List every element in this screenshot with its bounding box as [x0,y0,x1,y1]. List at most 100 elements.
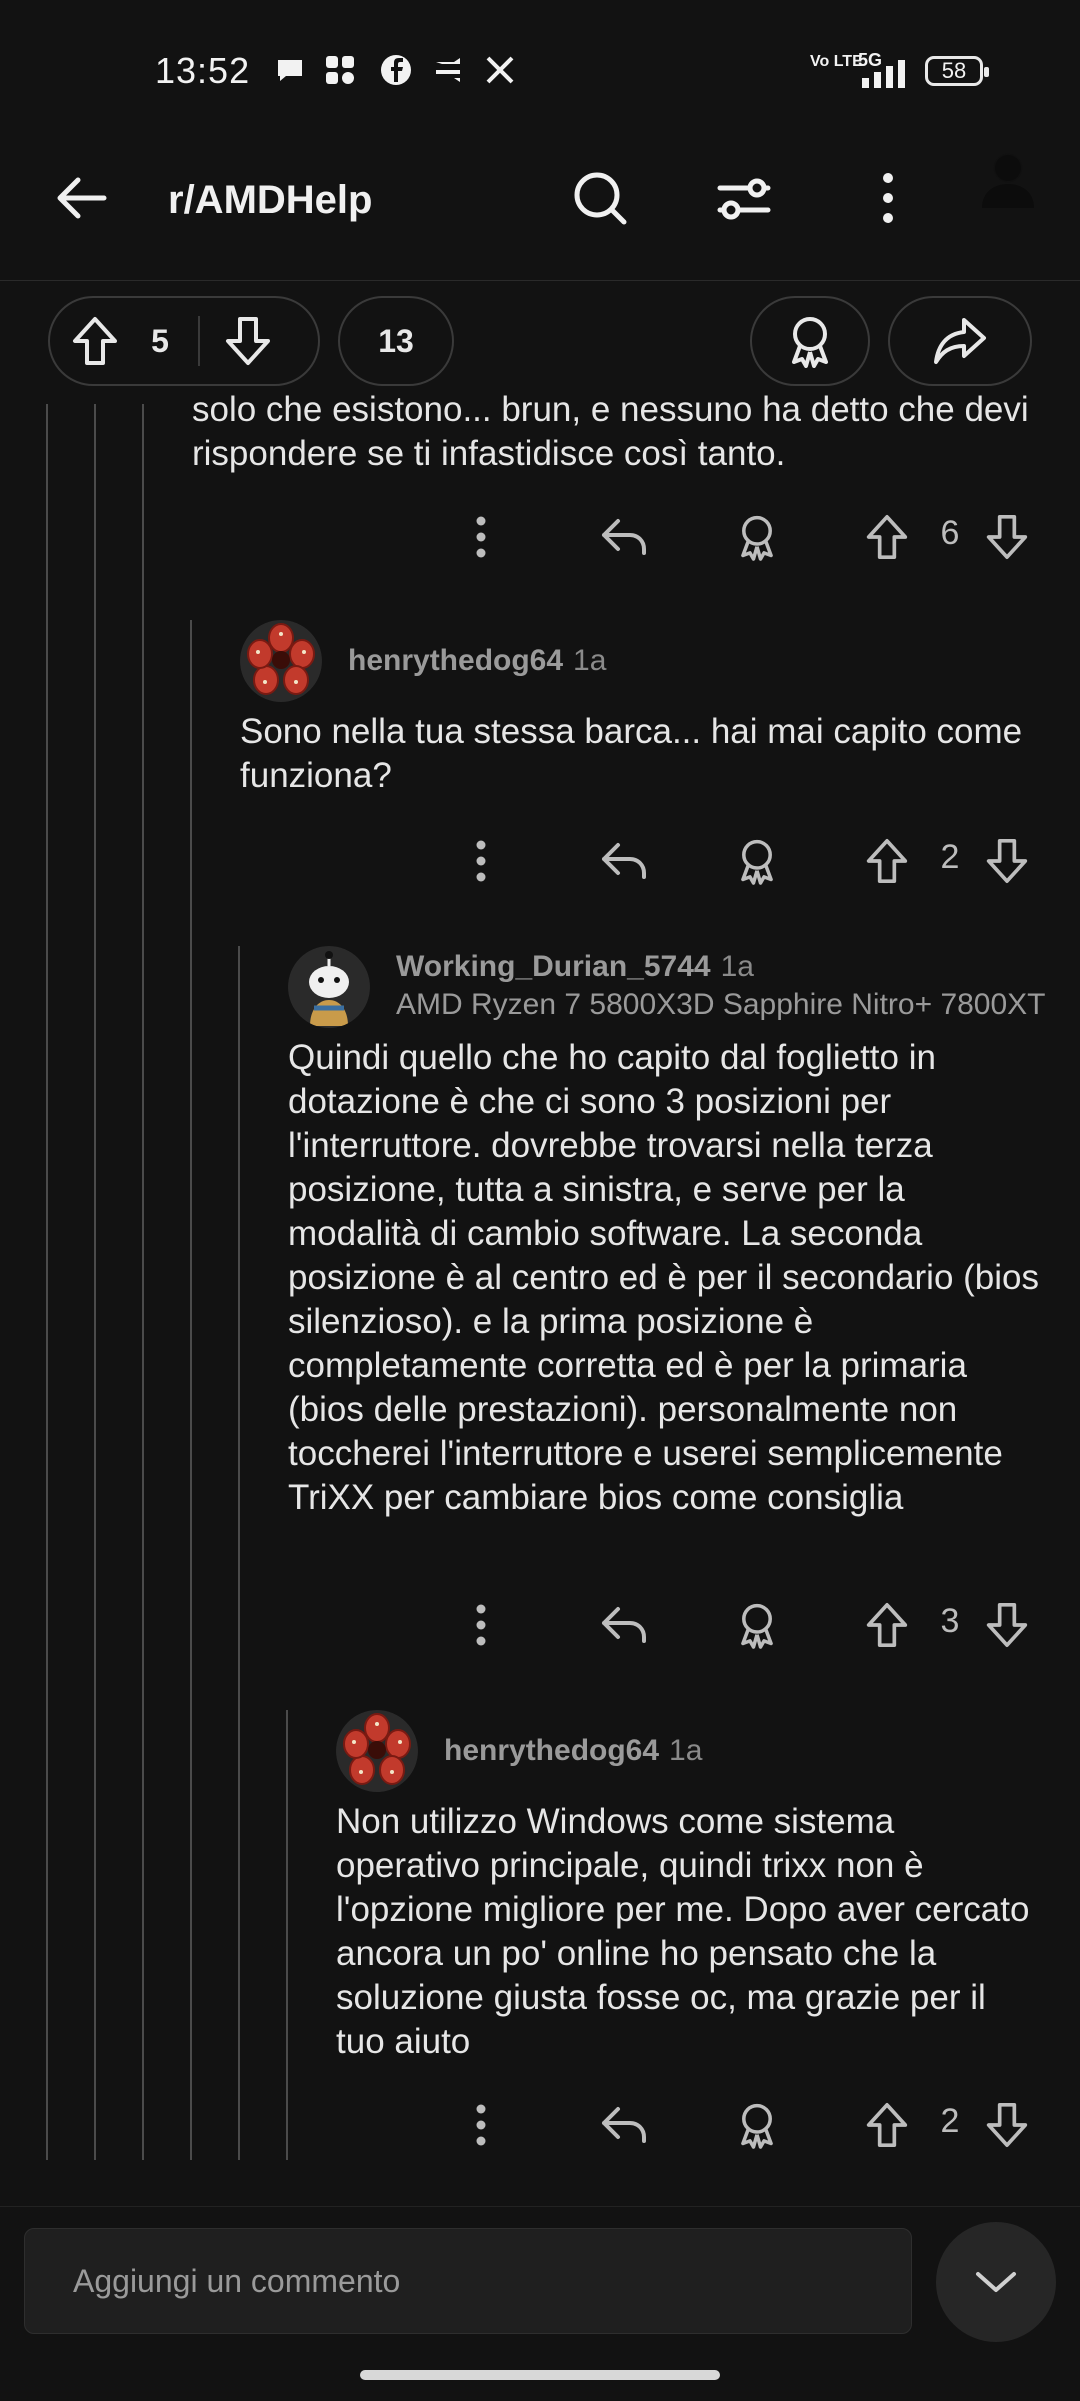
comment-body: solo che esistono... brun, e nessuno ha … [192,390,1029,473]
reply-button[interactable] [590,502,660,572]
vote-count: 2 [940,2102,960,2140]
signal-strength-icon [862,60,905,88]
avatar[interactable] [240,620,322,702]
chevron-down-icon [976,2272,1016,2292]
battery-indicator: 58 [925,56,989,86]
search-icon [574,172,627,225]
share-button[interactable] [888,296,1032,386]
reply-icon [602,2107,646,2143]
award-button[interactable] [722,826,792,896]
comment-more-button[interactable] [446,826,516,896]
award-icon [741,1603,773,1649]
vote-count: 6 [940,514,960,552]
chat-notification-icon [278,60,302,81]
status-time: 13:52 [155,50,251,91]
comments-count-button[interactable]: 13 [338,296,454,386]
avatar[interactable] [288,946,370,1028]
post-upvote-count: 5 [151,322,169,359]
comment-actions: 6 [446,502,1046,572]
thread-line [142,404,144,2160]
user-avatar-icon [288,946,370,1028]
downvote-icon [986,2102,1028,2147]
home-indicator[interactable] [360,2370,720,2380]
filter-icon [717,178,771,220]
demogorgon-avatar-icon [336,1710,418,1792]
add-comment-input[interactable]: Aggiungi un commento [24,2228,912,2334]
more-vertical-icon [883,173,893,223]
comments-count: 13 [378,322,414,359]
comment-more-button[interactable] [446,1590,516,1660]
reply-icon [602,519,646,555]
thread-line [94,404,96,2160]
apps-notification-icon [326,56,354,84]
profile-button[interactable] [968,140,1048,220]
comment-more-button[interactable] [446,2090,516,2160]
reply-icon [602,1607,646,1643]
reply-button[interactable] [590,826,660,896]
demogorgon-avatar-icon [240,620,322,702]
downvote-button[interactable] [972,826,1042,896]
collapse-button[interactable] [936,2222,1056,2342]
status-bar: 13:52 Vo LTE 5G 58 [0,0,1080,140]
username[interactable]: henrythedog64 [444,1734,659,1767]
vote-count: 3 [940,1602,960,1640]
share-icon [934,318,986,364]
reply-button[interactable] [590,1590,660,1660]
upvote-button[interactable] [852,1590,922,1660]
comment-age: 1a [669,1734,703,1767]
award-icon [741,839,773,885]
comment-actions: 3 [446,1590,1046,1660]
thread-line [190,620,192,2160]
comment-partial: solo che esistono... brun, e nessuno ha … [192,388,1042,474]
filter-button[interactable] [704,158,784,238]
page-title[interactable]: r/AMDHelp [168,178,372,223]
user-flair: AMD Ryzen 7 5800X3D Sapphire Nitro+ 7800… [396,988,1046,1021]
vote-divider [198,316,200,366]
facebook-notification-icon [381,55,411,85]
more-options-button[interactable] [848,158,928,238]
upvote-button[interactable] [852,2090,922,2160]
search-button[interactable] [560,158,640,238]
comment-header: Working_Durian_5744 1a [396,950,754,984]
upvote-button[interactable] [852,502,922,572]
thread-line [238,946,240,2160]
thread-line [286,1710,288,2160]
thread-line [46,404,48,2160]
upvote-icon [866,1603,908,1647]
upvote-button[interactable] [852,826,922,896]
award-button[interactable] [722,2090,792,2160]
post-upvote-button[interactable] [50,315,140,367]
post-downvote-button[interactable] [218,315,278,367]
downvote-button[interactable] [972,502,1042,572]
downvote-icon [986,514,1028,559]
award-icon [741,2103,773,2149]
upvote-icon [866,2102,908,2147]
comment-more-button[interactable] [446,502,516,572]
avatar[interactable] [336,1710,418,1792]
downvote-button[interactable] [972,2090,1042,2160]
downvote-icon [226,317,270,365]
volte-indicator: Vo LTE [810,53,863,70]
downvote-icon [986,1603,1028,1647]
reply-button[interactable] [590,2090,660,2160]
comment-header: henrythedog64 1a [444,1734,702,1768]
username[interactable]: Working_Durian_5744 [396,950,711,983]
profile-icon [982,153,1034,208]
comment-body: Quindi quello che ho capito dal fogliett… [288,1038,1039,1517]
award-button[interactable] [750,296,870,386]
award-button[interactable] [722,502,792,572]
comment-actions: 2 [446,826,1046,896]
username[interactable]: henrythedog64 [348,644,563,677]
comment-body: Sono nella tua stessa barca... hai mai c… [240,712,1023,795]
downvote-button[interactable] [972,1590,1042,1660]
upvote-icon [866,514,908,559]
comment-actions: 2 [446,2090,1046,2160]
x-notification-icon [486,56,514,84]
back-button[interactable] [42,158,122,238]
reply-icon [602,843,646,879]
downvote-icon [986,838,1028,883]
vote-count: 2 [940,838,960,876]
comment-age: 1a [720,950,754,983]
upvote-icon [866,838,908,883]
award-button[interactable] [722,1590,792,1660]
